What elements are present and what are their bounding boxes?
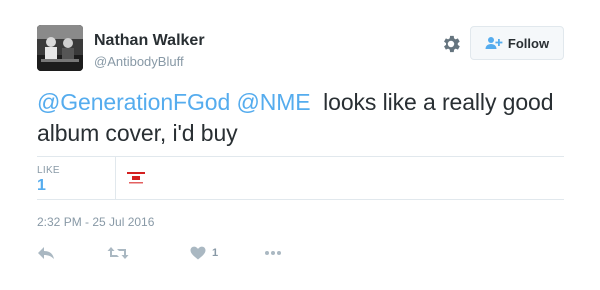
user-avatar[interactable] — [37, 25, 83, 71]
tweet-text: @GenerationFGod @NME looks like a really… — [37, 87, 557, 149]
more-dots-icon — [264, 250, 282, 256]
likes-stat-value[interactable]: 1 — [37, 177, 46, 195]
tweet-timestamp[interactable]: 2:32 PM - 25 Jul 2016 — [37, 215, 154, 229]
retweet-button[interactable] — [107, 243, 129, 263]
retweet-icon — [107, 246, 129, 260]
stat-separator — [115, 156, 116, 199]
user-display-name[interactable]: Nathan Walker — [94, 32, 205, 50]
likes-stat-label[interactable]: LIKE — [37, 165, 60, 176]
follow-person-plus-icon — [485, 36, 503, 50]
reply-button[interactable] — [37, 243, 55, 263]
mention-link[interactable]: @NME — [236, 89, 310, 115]
heart-icon — [190, 246, 206, 260]
mention-link[interactable]: @GenerationFGod — [37, 89, 230, 115]
divider — [37, 156, 564, 157]
reply-arrow-icon — [37, 246, 55, 260]
like-count: 1 — [212, 247, 219, 259]
liker-avatar[interactable] — [124, 166, 148, 190]
like-button[interactable]: 1 — [190, 243, 218, 263]
user-handle[interactable]: @AntibodyBluff — [94, 54, 184, 69]
follow-button-label: Follow — [507, 35, 550, 51]
more-button[interactable] — [264, 243, 282, 263]
settings-gear-icon[interactable] — [440, 33, 462, 55]
divider — [37, 199, 564, 200]
follow-button[interactable]: Follow — [470, 26, 564, 60]
